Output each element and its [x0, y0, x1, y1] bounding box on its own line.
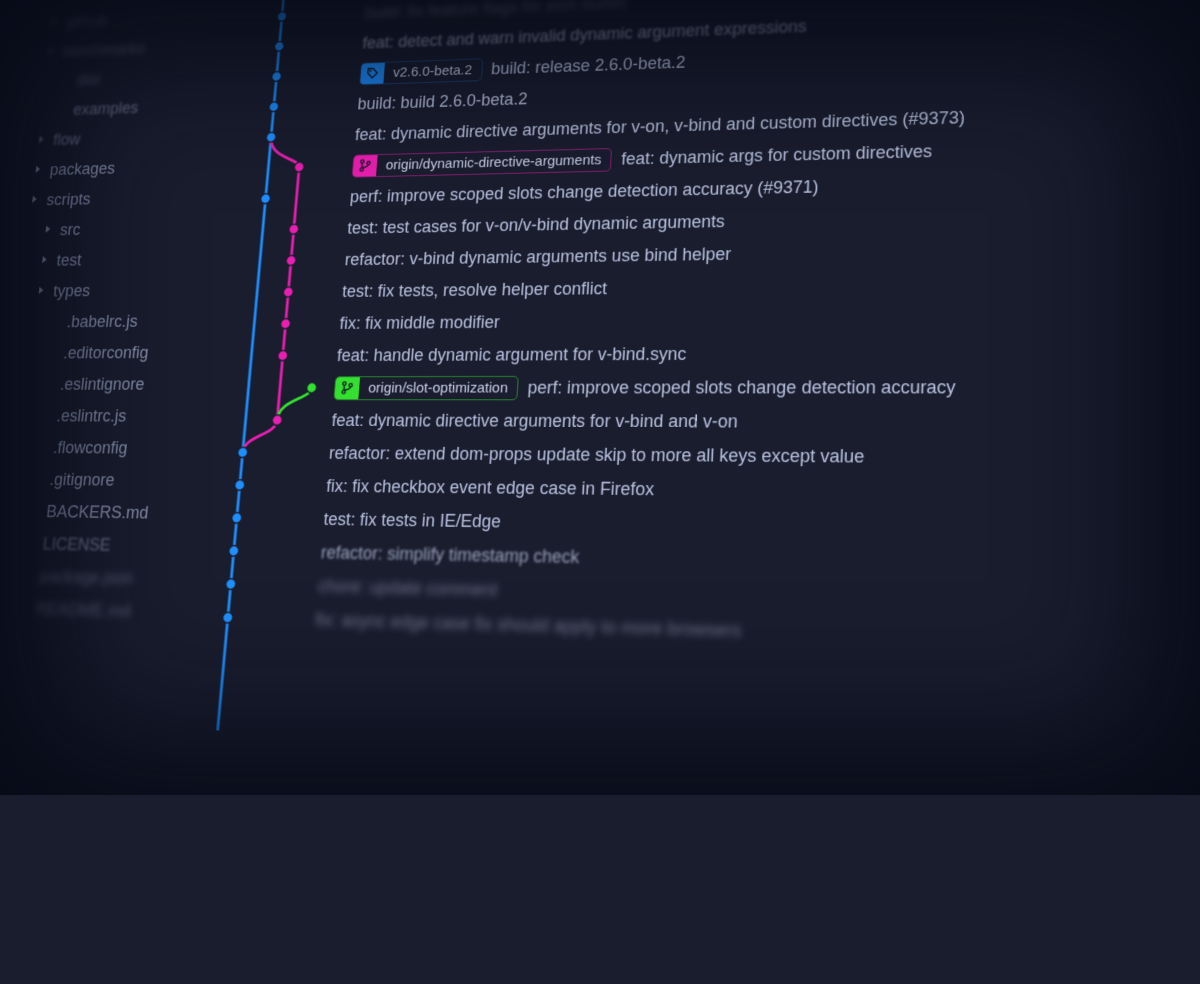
- tree-item-label: dist: [76, 70, 101, 89]
- tree-item-label: LICENSE: [42, 534, 112, 555]
- tree-item[interactable]: src: [25, 212, 216, 246]
- commit-message: build: release 2.6.0-beta.2: [491, 52, 686, 78]
- ref-label: v2.6.0-beta.2: [384, 62, 482, 81]
- commit-message: test: fix tests, resolve helper conflict: [342, 278, 608, 301]
- commit-message: refactor: simplify timestamp check: [320, 542, 580, 567]
- tree-item-label: benchmarks: [62, 39, 146, 60]
- commit-row[interactable]: feat: handle dynamic argument for v-bind…: [336, 333, 1200, 371]
- tree-item[interactable]: README.md: [0, 591, 180, 629]
- ref-label: origin/dynamic-directive-arguments: [376, 151, 611, 173]
- commit-message: fix: fix checkbox event edge case in Fir…: [326, 476, 655, 500]
- tree-item[interactable]: test: [21, 242, 213, 276]
- chevron-right-icon: [39, 254, 52, 267]
- tree-item-label: .babelrc.js: [66, 312, 139, 332]
- commit-message: perf: improve scoped slots change detect…: [349, 177, 819, 207]
- tree-item-label: .flowconfig: [52, 438, 128, 458]
- tree-item-label: .gitignore: [49, 469, 116, 489]
- tree-item-label: README.md: [35, 599, 132, 622]
- tree-item-label: .eslintignore: [59, 374, 145, 394]
- branch-icon: [334, 377, 360, 399]
- tree-item-label: .eslintrc.js: [56, 406, 128, 426]
- commit-message: feat: dynamic directive arguments for v-…: [331, 410, 738, 432]
- tree-item[interactable]: BACKERS.md: [0, 495, 189, 530]
- ref-badge[interactable]: origin/slot-optimization: [334, 375, 520, 399]
- commit-message: refactor: v-bind dynamic arguments use b…: [344, 244, 731, 270]
- tree-item-label: package.json: [38, 566, 134, 588]
- tree-item[interactable]: .eslintrc.js: [4, 400, 199, 432]
- chevron-right-icon: [36, 285, 49, 298]
- commit-message: feat: dynamic args for custom directives: [621, 141, 933, 169]
- chevron-right-icon: [43, 224, 56, 237]
- tree-item-label: test: [56, 251, 83, 270]
- tree-item-label: scripts: [46, 190, 92, 210]
- commit-message: test: test cases for v-on/v-bind dynamic…: [347, 211, 725, 238]
- tree-item-label: github: [66, 11, 109, 31]
- tree-item-label: types: [52, 281, 91, 300]
- tree-item[interactable]: .eslintignore: [7, 368, 201, 400]
- ref-label: origin/slot-optimization: [359, 379, 518, 396]
- tree-item[interactable]: .babelrc.js: [14, 305, 207, 338]
- commit-message: feat: handle dynamic argument for v-bind…: [336, 344, 686, 366]
- chevron-right-icon: [36, 134, 49, 147]
- commit-row[interactable]: origin/slot-optimization perf: improve sc…: [333, 369, 1200, 405]
- tree-item[interactable]: LICENSE: [0, 527, 186, 563]
- ref-badge[interactable]: v2.6.0-beta.2: [359, 58, 483, 85]
- tree-item[interactable]: scripts: [28, 181, 219, 216]
- tree-item[interactable]: package.json: [0, 559, 183, 596]
- commit-message: chore: update comment: [317, 576, 498, 601]
- commit-message: build: build 2.6.0-beta.2: [357, 89, 528, 113]
- chevron-right-icon: [29, 194, 42, 207]
- commit-list[interactable]: build: build 2.6.0-beta.2build: fix feat…: [176, 0, 1200, 665]
- tree-item[interactable]: packages: [32, 150, 222, 185]
- commit-message: perf: improve scoped slots change detect…: [527, 377, 956, 398]
- tree-item-label: src: [59, 220, 81, 239]
- commit-message: test: fix tests in IE/Edge: [323, 509, 502, 532]
- branch-icon: [353, 155, 378, 177]
- ref-badge[interactable]: origin/dynamic-directive-arguments: [352, 148, 613, 178]
- tree-item[interactable]: .editorconfig: [11, 336, 205, 368]
- chevron-right-icon: [49, 16, 62, 28]
- tag-icon: [360, 62, 385, 83]
- commit-message: fix: async edge case fix should apply to…: [315, 609, 742, 641]
- tree-item[interactable]: .flowconfig: [0, 431, 195, 464]
- tree-item[interactable]: flow: [35, 120, 225, 155]
- tree-item-label: flow: [52, 130, 81, 149]
- chevron-right-icon: [46, 45, 59, 57]
- chevron-right-icon: [33, 164, 46, 177]
- commit-row[interactable]: feat: dynamic directive arguments for v-…: [330, 404, 1200, 441]
- commit-message: fix: fix middle modifier: [339, 312, 500, 333]
- tree-item-label: packages: [49, 159, 116, 179]
- tree-item-label: examples: [72, 98, 139, 118]
- tree-item-label: .editorconfig: [63, 343, 150, 363]
- commit-message: refactor: extend dom-props update skip t…: [328, 443, 864, 467]
- tree-item[interactable]: .gitignore: [0, 463, 192, 497]
- tree-item[interactable]: types: [18, 274, 211, 307]
- tree-item-label: BACKERS.md: [45, 502, 149, 523]
